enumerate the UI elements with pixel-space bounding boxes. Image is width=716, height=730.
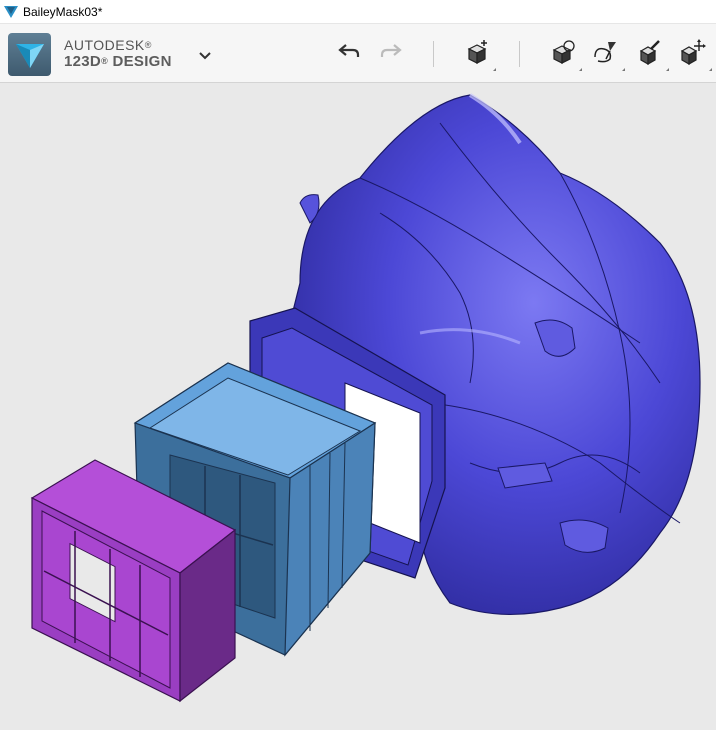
3d-viewport[interactable] [0, 83, 716, 725]
brand-line2: 123D [64, 53, 102, 70]
primitives-button[interactable] [462, 37, 496, 71]
redo-button[interactable] [376, 36, 406, 66]
sketch-button[interactable] [548, 37, 582, 71]
brand-line3: DESIGN [108, 53, 172, 70]
app-menu-logo[interactable] [8, 33, 51, 76]
title-bar: BaileyMask03* [0, 0, 716, 24]
toolbar-separator [433, 41, 434, 67]
transform-icon [680, 39, 706, 65]
chevron-down-icon [199, 51, 211, 59]
brand-mark-1: ® [144, 40, 152, 50]
app-v-logo-icon [3, 4, 19, 20]
toolbar-separator [519, 41, 520, 67]
brand-wordmark: AUTODESK® 123D® DESIGN [64, 37, 172, 71]
redo-icon [380, 44, 402, 57]
app-menu-dropdown[interactable] [196, 48, 214, 62]
sketch-icon [552, 40, 575, 64]
window-title: BaileyMask03* [23, 4, 103, 19]
undo-icon [338, 44, 360, 57]
model-canvas[interactable] [0, 83, 716, 725]
construct-button[interactable] [591, 37, 625, 71]
transform-button[interactable] [678, 37, 712, 71]
brand-line1: AUTODESK [64, 37, 145, 53]
app-logo-icon [15, 43, 44, 68]
modify-icon [639, 40, 660, 65]
brand-mark-2: ® [101, 56, 108, 66]
modify-button[interactable] [635, 37, 669, 71]
primitive-box-icon [467, 40, 487, 64]
main-toolbar: AUTODESK® 123D® DESIGN [0, 24, 716, 83]
undo-button[interactable] [334, 36, 364, 66]
construct-icon [594, 42, 616, 63]
